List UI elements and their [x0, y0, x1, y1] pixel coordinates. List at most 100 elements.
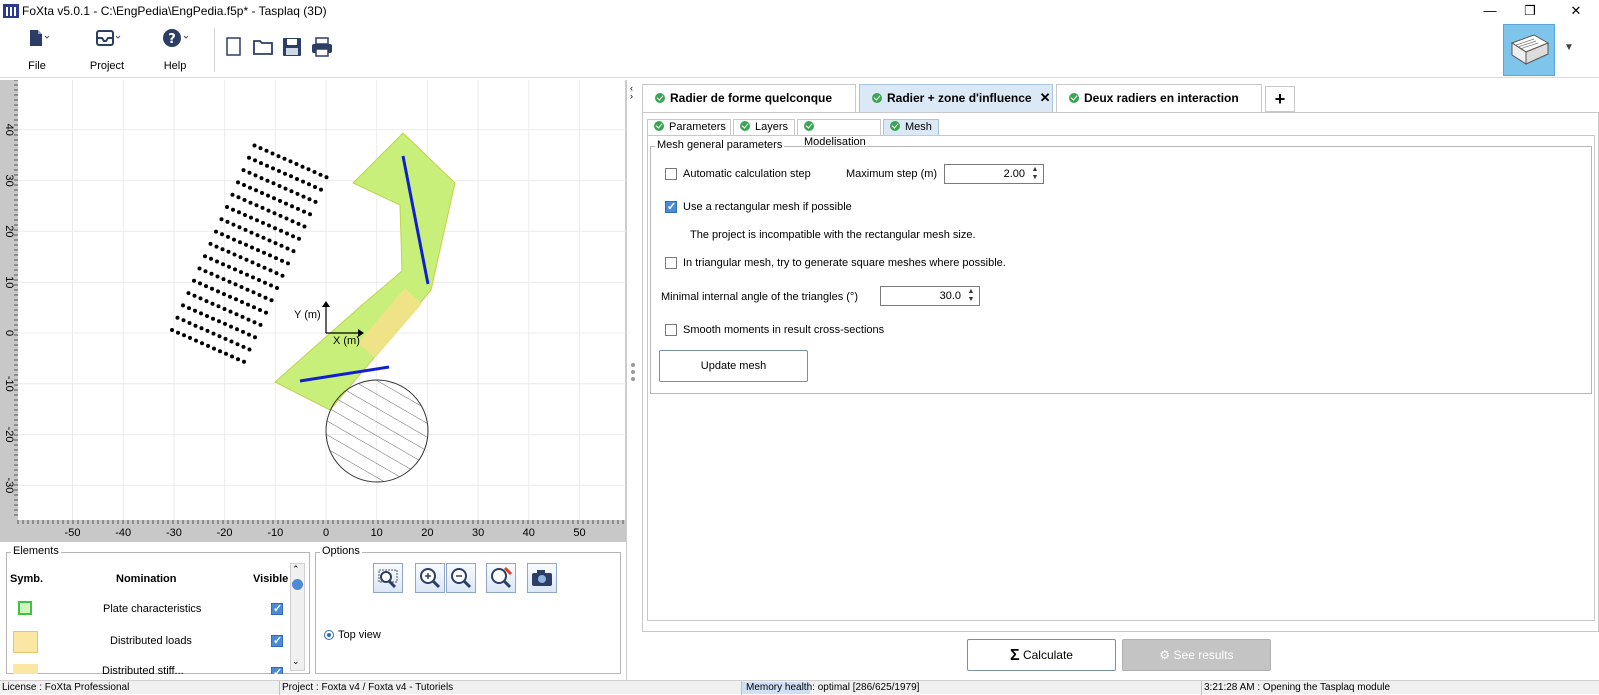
pile-dot[interactable]	[273, 241, 278, 246]
help-menu-button[interactable]: ? Help	[150, 28, 200, 72]
subtab-layers[interactable]: Layers	[733, 119, 795, 136]
pile-dot[interactable]	[256, 248, 260, 253]
pile-dot[interactable]	[290, 219, 295, 224]
pile-dot[interactable]	[239, 270, 243, 275]
pile-dot[interactable]	[265, 178, 270, 183]
pile-dot[interactable]	[212, 346, 216, 351]
subtab-modelisation[interactable]: Modelisation	[797, 119, 881, 148]
pile-dot[interactable]	[301, 194, 306, 199]
pile-dot[interactable]	[240, 314, 245, 319]
pile-dot[interactable]	[247, 155, 251, 160]
zoom-reset-button[interactable]	[486, 563, 516, 593]
pile-dot[interactable]	[220, 232, 224, 237]
tab-deux-radiers[interactable]: Deux radiers en interaction	[1056, 84, 1262, 112]
pile-dot[interactable]	[267, 238, 272, 243]
pile-dot[interactable]	[253, 173, 258, 178]
pile-dot[interactable]	[214, 244, 219, 249]
pile-dot[interactable]	[238, 240, 242, 245]
pile-dot[interactable]	[319, 187, 323, 192]
pile-dot[interactable]	[214, 229, 218, 234]
scroll-thumb[interactable]	[292, 579, 303, 590]
pile-dot[interactable]	[289, 174, 293, 179]
pile-dot[interactable]	[275, 286, 279, 290]
pile-dot[interactable]	[279, 243, 284, 248]
auto-step-checkbox[interactable]	[665, 168, 677, 180]
pile-dot[interactable]	[266, 193, 270, 198]
pile-dot[interactable]	[204, 299, 209, 304]
pile-dot[interactable]	[257, 293, 262, 297]
pile-dot[interactable]	[268, 268, 273, 273]
pile-dot[interactable]	[285, 231, 289, 236]
rect-mesh-checkbox[interactable]	[665, 200, 677, 213]
pile-dot[interactable]	[258, 308, 262, 312]
pile-dot[interactable]	[222, 307, 227, 311]
pile-dot[interactable]	[249, 215, 253, 220]
spinner-arrows-icon[interactable]: ▲ ▼	[965, 288, 977, 304]
pile-dot[interactable]	[235, 342, 240, 347]
pile-dot[interactable]	[247, 347, 252, 352]
pile-dot[interactable]	[181, 303, 185, 308]
pile-dot[interactable]	[234, 312, 239, 317]
pile-dot[interactable]	[245, 287, 250, 292]
stiffness-visible-checkbox[interactable]	[271, 667, 283, 674]
pile-dot[interactable]	[203, 254, 207, 259]
pile-dot[interactable]	[210, 286, 214, 291]
pile-dot[interactable]	[262, 265, 267, 270]
pile-dot[interactable]	[236, 180, 240, 185]
pile-dot[interactable]	[295, 177, 299, 181]
pile-dot[interactable]	[232, 252, 237, 257]
pile-dot[interactable]	[221, 262, 225, 267]
pile-dot[interactable]	[279, 228, 283, 233]
pile-dot[interactable]	[307, 197, 312, 202]
pile-dot[interactable]	[306, 167, 311, 172]
pile-dot[interactable]	[193, 308, 197, 313]
tab-radier-zone-influence[interactable]: Radier + zone d'influence ✕	[859, 84, 1053, 112]
pile-dot[interactable]	[205, 328, 210, 333]
pile-dot[interactable]	[282, 156, 287, 161]
pile-dot[interactable]	[215, 259, 219, 264]
pile-dot[interactable]	[252, 305, 256, 310]
pile-dot[interactable]	[263, 280, 267, 285]
plan-view-canvas[interactable]: -50 -40 -30 -20 -10 0 10 20 30 40 50 40 30 20 10 0 -10 -2…	[0, 80, 626, 542]
pile-dot[interactable]	[208, 241, 213, 246]
tasplaq-module-button[interactable]	[1503, 24, 1555, 76]
subtab-mesh[interactable]: Mesh	[883, 119, 939, 136]
pile-dot[interactable]	[280, 258, 284, 263]
pile-dot[interactable]	[274, 256, 278, 261]
pile-dot[interactable]	[229, 324, 233, 329]
pile-dot[interactable]	[200, 341, 204, 346]
module-dropdown-arrow-icon[interactable]: ▼	[1564, 42, 1574, 53]
maximize-button[interactable]: ❐	[1510, 2, 1550, 20]
pile-dot[interactable]	[218, 349, 222, 354]
pile-dot[interactable]	[260, 191, 264, 195]
pile-dot[interactable]	[313, 185, 317, 189]
pile-dot[interactable]	[192, 278, 196, 283]
load-visible-checkbox[interactable]	[271, 634, 283, 647]
pile-dot[interactable]	[253, 158, 257, 163]
pile-dot[interactable]	[240, 300, 244, 304]
pile-dot[interactable]	[300, 164, 305, 169]
pile-dot[interactable]	[181, 318, 186, 323]
pile-dot[interactable]	[313, 199, 318, 204]
pile-dot[interactable]	[252, 320, 257, 325]
top-view-radio[interactable]	[324, 630, 334, 640]
pile-dot[interactable]	[302, 209, 306, 214]
pile-dot[interactable]	[230, 354, 234, 359]
max-step-input[interactable]: 2.00 ▲ ▼	[944, 164, 1044, 184]
pile-dot[interactable]	[255, 218, 259, 223]
pile-dot[interactable]	[324, 175, 329, 180]
pile-dot[interactable]	[277, 184, 282, 188]
pile-dot[interactable]	[284, 216, 289, 221]
pile-dot[interactable]	[261, 235, 266, 240]
pile-dot[interactable]	[277, 169, 281, 173]
pile-dot[interactable]	[272, 211, 277, 216]
splitter-grip[interactable]	[631, 377, 635, 381]
pile-dot[interactable]	[187, 306, 191, 311]
pile-dot[interactable]	[226, 234, 230, 239]
pile-dot[interactable]	[217, 319, 221, 324]
pile-dot[interactable]	[219, 217, 224, 222]
pile-dot[interactable]	[283, 171, 287, 176]
pile-dot[interactable]	[204, 284, 208, 289]
pile-dot[interactable]	[230, 192, 235, 197]
pile-dot[interactable]	[197, 266, 202, 271]
